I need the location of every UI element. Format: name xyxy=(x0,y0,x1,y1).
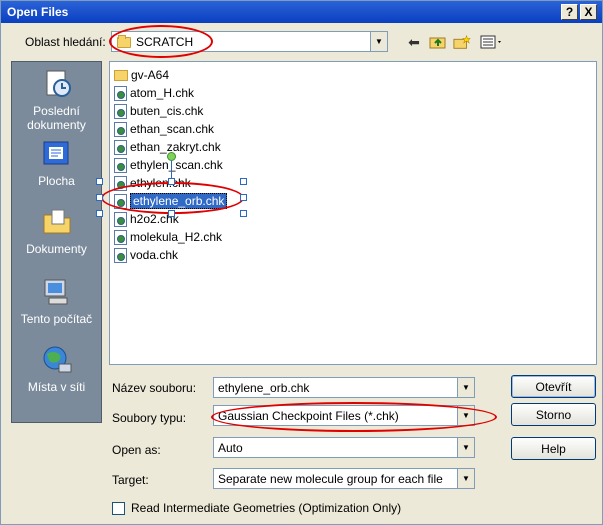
chk-file-icon xyxy=(114,121,127,137)
place-network[interactable]: Místa v síti xyxy=(12,344,101,394)
resize-handle[interactable] xyxy=(96,210,103,217)
place-recent-documents[interactable]: Poslední dokumenty xyxy=(12,68,101,132)
chk-file-icon xyxy=(114,211,127,227)
place-documents[interactable]: Dokumenty xyxy=(12,206,101,256)
recent-documents-icon xyxy=(41,68,73,100)
checkbox-label: Read Intermediate Geometries (Optimizati… xyxy=(131,501,402,515)
intermediate-geometries-option[interactable]: Read Intermediate Geometries (Optimizati… xyxy=(112,501,401,515)
rotate-handle-icon[interactable] xyxy=(167,152,176,161)
cancel-button[interactable]: Storno xyxy=(511,403,596,426)
openas-select[interactable]: Auto ▼ xyxy=(213,437,475,458)
list-item-label: ethylen_scan.chk xyxy=(130,158,223,172)
place-label: Plocha xyxy=(38,174,75,188)
list-item-label: molekula_H2.chk xyxy=(130,230,223,244)
list-item-label: voda.chk xyxy=(130,248,179,262)
list-item[interactable]: ethan_scan.chk xyxy=(114,120,214,138)
title-bar: Open Files ? X xyxy=(1,1,602,23)
list-item[interactable]: gv-A64 xyxy=(114,66,169,84)
folder-icon xyxy=(114,69,128,81)
list-item-label: ethan_scan.chk xyxy=(130,122,215,136)
filename-field[interactable]: ethylene_orb.chk ▼ xyxy=(213,377,475,398)
resize-handle[interactable] xyxy=(240,210,247,217)
resize-handle[interactable] xyxy=(168,178,175,185)
place-desktop[interactable]: Plocha xyxy=(12,138,101,188)
chevron-down-icon[interactable]: ▼ xyxy=(457,469,474,488)
resize-handle[interactable] xyxy=(168,210,175,217)
list-item[interactable]: molekula_H2.chk xyxy=(114,228,222,246)
filetype-label: Soubory typu: xyxy=(112,411,187,425)
places-bar: Poslední dokumenty Plocha Dokumenty Tent… xyxy=(11,61,102,423)
list-item-label: atom_H.chk xyxy=(130,86,195,100)
openas-value: Auto xyxy=(218,440,243,455)
rotate-handle-line xyxy=(171,161,172,178)
place-label: Dokumenty xyxy=(26,242,87,256)
chk-file-icon xyxy=(114,103,127,119)
list-item-label: ethan_zakryt.chk xyxy=(130,140,221,154)
place-my-computer[interactable]: Tento počítač xyxy=(12,276,101,326)
annotation-ellipse-filetype xyxy=(211,402,497,432)
help-title-button[interactable]: ? xyxy=(561,4,578,20)
annotation-ellipse-lookin xyxy=(109,25,213,58)
list-item-label: gv-A64 xyxy=(131,68,170,82)
chevron-down-icon[interactable]: ▼ xyxy=(457,378,474,397)
target-label: Target: xyxy=(112,473,149,487)
place-label: Místa v síti xyxy=(27,380,86,394)
desktop-icon xyxy=(41,138,73,170)
open-button[interactable]: Otevřít xyxy=(511,375,596,398)
back-arrow-icon[interactable]: ⬅ xyxy=(405,33,423,51)
open-files-dialog: Open Files ? X Oblast hledání: SCRATCH ▼… xyxy=(0,0,603,525)
resize-handle[interactable] xyxy=(240,194,247,201)
place-label: Tento počítač xyxy=(20,312,93,326)
resize-handle[interactable] xyxy=(96,194,103,201)
close-title-button[interactable]: X xyxy=(580,4,597,20)
filename-label: Název souboru: xyxy=(112,381,197,395)
chk-file-icon xyxy=(114,229,127,245)
place-label: Poslední dokumenty xyxy=(27,104,86,132)
resize-handle[interactable] xyxy=(96,178,103,185)
help-button[interactable]: Help xyxy=(511,437,596,460)
lookin-label: Oblast hledání: xyxy=(25,35,106,49)
resize-handle[interactable] xyxy=(240,178,247,185)
up-folder-icon[interactable] xyxy=(429,33,447,51)
chevron-down-icon[interactable]: ▼ xyxy=(457,438,474,457)
target-value: Separate new molecule group for each fil… xyxy=(218,471,443,486)
list-item[interactable]: voda.chk xyxy=(114,246,178,264)
chevron-down-icon[interactable]: ▼ xyxy=(370,32,387,51)
chk-file-icon xyxy=(114,247,127,263)
list-item-label: buten_cis.chk xyxy=(130,104,204,118)
target-select[interactable]: Separate new molecule group for each fil… xyxy=(213,468,475,489)
intermediate-geometries-checkbox[interactable] xyxy=(112,501,125,515)
list-item[interactable]: buten_cis.chk xyxy=(114,102,203,120)
network-places-icon xyxy=(41,344,73,376)
view-menu-icon[interactable] xyxy=(479,33,505,51)
window-title: Open Files xyxy=(7,5,69,19)
list-item[interactable]: atom_H.chk xyxy=(114,84,194,102)
new-folder-icon[interactable] xyxy=(453,33,471,51)
chk-file-icon xyxy=(114,157,127,173)
chk-file-icon xyxy=(114,139,127,155)
chk-file-icon xyxy=(114,85,127,101)
my-computer-icon xyxy=(41,276,73,308)
filename-value: ethylene_orb.chk xyxy=(218,380,310,395)
openas-label: Open as: xyxy=(112,443,161,457)
documents-folder-icon xyxy=(41,206,73,238)
